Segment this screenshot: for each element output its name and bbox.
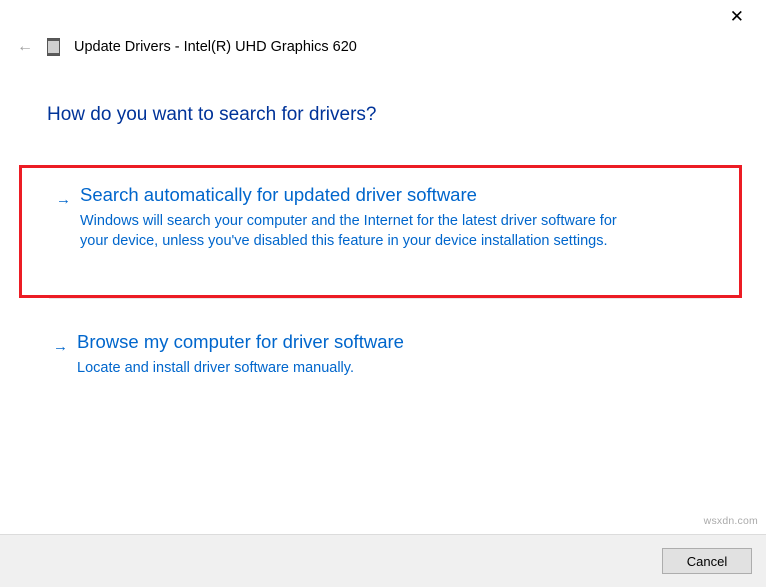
back-arrow-icon[interactable]: ← (17, 39, 33, 55)
option-description: Windows will search your computer and th… (80, 211, 640, 251)
close-icon[interactable]: ✕ (730, 8, 744, 25)
page-heading: How do you want to search for drivers? (47, 104, 377, 126)
option-search-automatically[interactable]: → Search automatically for updated drive… (19, 165, 742, 298)
option-title: Browse my computer for driver software (77, 331, 710, 353)
cancel-button[interactable]: Cancel (662, 548, 752, 574)
option-title: Search automatically for updated driver … (80, 184, 707, 206)
device-icon (47, 38, 60, 56)
watermark: wsxdn.com (704, 515, 758, 527)
dialog-footer: Cancel (0, 534, 766, 587)
option-description: Locate and install driver software manua… (77, 358, 637, 378)
window-title: Update Drivers - Intel(R) UHD Graphics 6… (74, 39, 357, 55)
window-header: ← Update Drivers - Intel(R) UHD Graphics… (17, 38, 357, 56)
option-browse-computer[interactable]: → Browse my computer for driver software… (19, 315, 742, 396)
options-list: → Search automatically for updated drive… (19, 165, 742, 396)
arrow-right-icon: → (56, 192, 71, 207)
arrow-right-icon: → (53, 339, 68, 354)
